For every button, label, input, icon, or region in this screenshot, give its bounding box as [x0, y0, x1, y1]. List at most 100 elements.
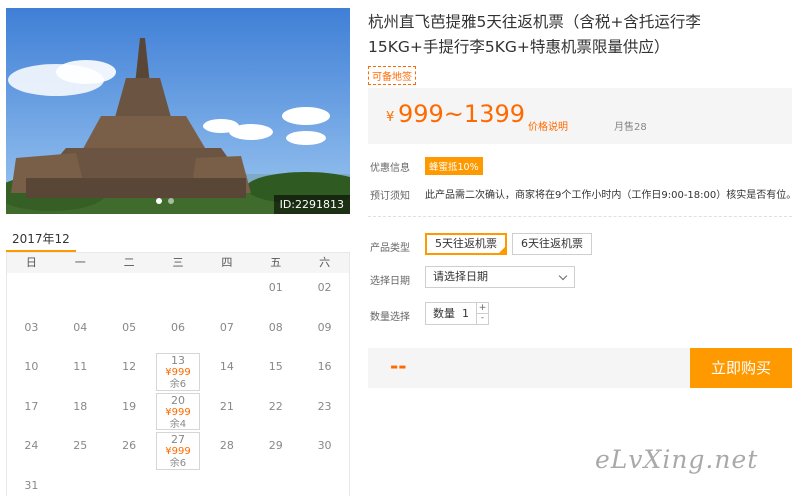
calendar-day: 31: [7, 471, 56, 496]
calendar-day: 30: [300, 431, 349, 471]
calendar-day: 29: [251, 431, 300, 471]
weekday-label: 六: [319, 256, 331, 269]
calendar-day-price: ¥999: [165, 446, 191, 457]
photo-id-label: ID:2291813: [273, 195, 350, 214]
calendar-day: 02: [300, 273, 349, 313]
calendar-day-empty: [154, 273, 203, 313]
promo-badge: 蜂蜜抵10%: [425, 157, 483, 175]
price-bar: ¥ 999~1399 价格说明 月售28: [368, 88, 792, 144]
calendar-day: 26: [105, 431, 154, 471]
calendar-day: 25: [56, 431, 105, 471]
product-title-line: 15KG+手提行李5KG+特惠机票限量供应）: [368, 38, 670, 56]
calendar-day-number: 05: [122, 320, 137, 334]
calendar-day-number: 26: [122, 439, 137, 452]
quantity-stepper[interactable]: 数量 1 + -: [425, 302, 489, 325]
calendar-day-number: 17: [24, 399, 39, 413]
calendar-day-stock: 余6: [169, 379, 187, 390]
carousel-dot[interactable]: [156, 198, 162, 204]
watermark: eLvXing.net: [595, 445, 759, 474]
calendar-day-number: 02: [317, 281, 332, 294]
calendar-day-price: ¥999: [165, 406, 191, 418]
calendar-day-number: 12: [122, 360, 137, 373]
price-currency: ¥: [386, 110, 395, 125]
calendar-day: 22: [251, 392, 300, 432]
buy-now-button[interactable]: 立即购买: [690, 348, 792, 388]
calendar-day-number: 28: [219, 439, 234, 452]
product-photo[interactable]: ID:2291813: [6, 8, 350, 214]
quantity-decrease-button[interactable]: -: [476, 313, 488, 324]
calendar-day-available[interactable]: 27 ¥999 余6: [154, 431, 203, 471]
carousel-dot[interactable]: [168, 198, 174, 204]
weekday-label: 三: [172, 256, 184, 269]
buy-bar: -- 立即购买: [368, 348, 792, 388]
carousel-dots: [156, 198, 174, 204]
calendar-day-number: 06: [170, 320, 185, 334]
promo-label: 优惠信息: [370, 163, 410, 174]
calendar-day-number: 08: [268, 320, 283, 334]
date-select[interactable]: 请选择日期: [425, 266, 575, 288]
calendar-day: 07: [202, 313, 251, 353]
calendar-day: 12: [105, 352, 154, 392]
weekday-label: 日: [25, 256, 37, 269]
total-price: --: [390, 354, 407, 378]
calendar-day-number: 10: [24, 360, 39, 373]
calendar-day: 19: [105, 392, 154, 432]
calendar-day: 08: [251, 313, 300, 353]
product-title: 杭州直飞芭提雅5天往返机票（含税+含托运行李 15KG+手提行李5KG+特惠机票…: [368, 10, 792, 60]
section-divider: [368, 216, 792, 217]
calendar-day: 18: [56, 392, 105, 432]
calendar-day-available[interactable]: 20 ¥999 余4: [154, 392, 203, 432]
calendar-day: 09: [300, 313, 349, 353]
calendar-day: 23: [300, 392, 349, 432]
calendar-day-number: 15: [268, 360, 283, 373]
calendar-day-empty: [7, 273, 56, 313]
notice-label: 预订须知: [370, 191, 410, 202]
calendar-day: 06: [154, 313, 203, 353]
weekday-label: 四: [221, 256, 233, 269]
type-option-5day[interactable]: 5天往返机票: [425, 233, 507, 255]
calendar-day: 16: [300, 352, 349, 392]
calendar-day: 05: [105, 313, 154, 353]
calendar-day-number: 25: [73, 439, 88, 452]
calendar-day-number: 27: [170, 433, 185, 446]
price-note-link[interactable]: 价格说明: [528, 118, 568, 133]
calendar-day: 10: [7, 352, 56, 392]
calendar-day-number: 23: [317, 399, 332, 413]
calendar-day: 17: [7, 392, 56, 432]
calendar-day-price: ¥999: [165, 367, 191, 378]
calendar: 日一二三四五六 01 02 03 04 05 06 07 08 09 10 11 12 13 ¥999 余6…: [6, 252, 350, 496]
calendar-day: 03: [7, 313, 56, 353]
type-option-label: 5天往返机票: [435, 237, 497, 250]
calendar-day-number: 31: [24, 478, 39, 492]
calendar-day-number: 24: [24, 439, 39, 452]
quantity-label: 数量选择: [370, 312, 410, 323]
quantity-value[interactable]: 1: [462, 303, 469, 324]
calendar-day-empty: [56, 273, 105, 313]
calendar-day-empty: [202, 273, 251, 313]
calendar-day-number: 19: [122, 399, 137, 413]
calendar-day-stock: 余6: [169, 458, 187, 469]
monthly-sales: 月售28: [614, 122, 647, 133]
calendar-day-number: 07: [219, 320, 234, 334]
type-option-label: 6天往返机票: [521, 237, 583, 250]
calendar-day-number: 13: [170, 354, 185, 367]
calendar-days: 01 02 03 04 05 06 07 08 09 10 11 12 13 ¥999 余6 14 15 16 17…: [7, 273, 349, 496]
quantity-prefix: 数量: [433, 307, 455, 320]
weekday-label: 五: [270, 256, 282, 269]
calendar-day: 04: [56, 313, 105, 353]
calendar-day-number: 14: [219, 360, 234, 373]
calendar-day-available[interactable]: 13 ¥999 余6: [154, 352, 203, 392]
calendar-day: 11: [56, 352, 105, 392]
calendar-day-number: 04: [73, 320, 88, 334]
sanctuary-of-truth-image: [6, 8, 350, 214]
calendar-day: 28: [202, 431, 251, 471]
calendar-weekday-header: 日一二三四五六: [7, 253, 349, 273]
calendar-day-stock: 余4: [169, 418, 187, 430]
calendar-day-number: 03: [24, 320, 39, 334]
visa-tag: 可备地签: [368, 66, 416, 85]
calendar-day: 15: [251, 352, 300, 392]
calendar-day-number: 16: [317, 360, 332, 373]
type-option-6day[interactable]: 6天往返机票: [512, 233, 592, 255]
calendar-day-number: 01: [268, 281, 283, 294]
weekday-label: 二: [123, 256, 135, 269]
